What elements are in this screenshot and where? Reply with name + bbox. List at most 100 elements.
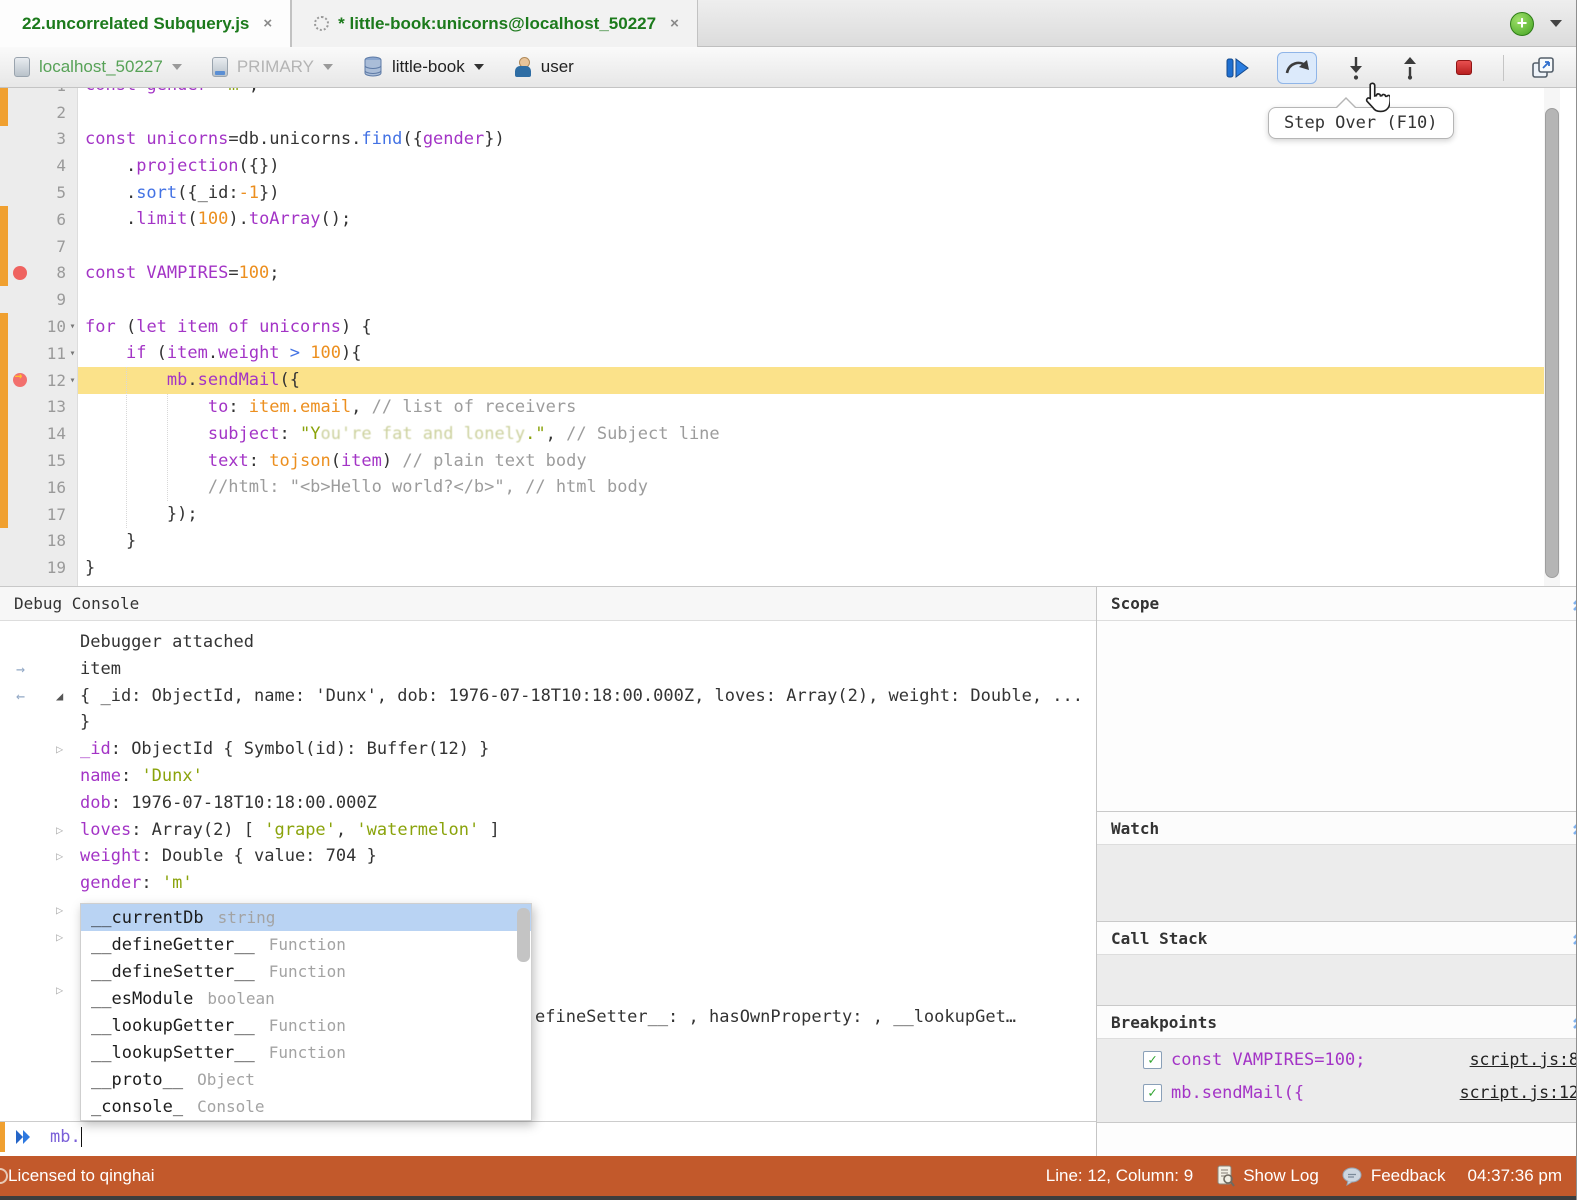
stop-button[interactable] [1449, 54, 1479, 82]
breakpoint-location-link[interactable]: script.js:12 [1460, 1080, 1577, 1107]
code-text[interactable]: to: item.email, // list of receivers [79, 397, 576, 417]
code-line-16[interactable]: 16 //html: "<b>Hello world?</b>", // htm… [0, 474, 1576, 501]
code-text[interactable]: }); [79, 504, 198, 524]
code-text[interactable]: .sort({_id:-1}) [79, 183, 280, 203]
code-text[interactable]: const VAMPIRES=100; [79, 263, 280, 283]
code-line-9[interactable]: 9 [0, 286, 1576, 313]
call-stack-frame[interactable]: (anonymous) script.js:12 [1097, 967, 1577, 994]
breakpoint-entry[interactable]: ✓const VAMPIRES=100;script.js:8 [1097, 1047, 1577, 1074]
triangle-collapsed-icon[interactable]: ▷ [56, 897, 63, 924]
scope-item-node[interactable]: ▷ item: [1097, 670, 1577, 697]
code-text[interactable]: } [79, 531, 136, 551]
code-line-8[interactable]: 8const VAMPIRES=100; [0, 260, 1576, 287]
code-editor[interactable]: 1const gender='m';23const unicorns=db.un… [0, 88, 1576, 586]
code-text[interactable]: .projection({}) [79, 156, 280, 176]
step-over-button[interactable] [1277, 52, 1317, 84]
triangle-collapsed-icon[interactable]: ▷ [56, 843, 63, 870]
connection-dropdown[interactable]: localhost_50227 [14, 57, 182, 77]
code-text[interactable]: } [79, 558, 95, 578]
autocomplete-item-__defineGetter__[interactable]: __defineGetter__Function [81, 931, 531, 958]
autocomplete-item-__defineSetter__[interactable]: __defineSetter__Function [81, 958, 531, 985]
step-into-button[interactable] [1341, 54, 1371, 82]
collapse-icon[interactable] [1571, 820, 1577, 836]
console-input-value[interactable]: mb. [50, 1127, 81, 1147]
breakpoint-gutter[interactable] [8, 373, 32, 387]
autocomplete-item-__lookupGetter__[interactable]: __lookupGetter__Function [81, 1012, 531, 1039]
feedback-button[interactable]: Feedback [1341, 1166, 1446, 1186]
code-text[interactable]: .limit(100).toArray(); [79, 209, 351, 229]
code-line-13[interactable]: 13 to: item.email, // list of receivers [0, 394, 1576, 421]
autocomplete-item-__esModule[interactable]: __esModuleboolean [81, 985, 531, 1012]
close-icon[interactable]: × [670, 15, 679, 32]
breakpoint-gutter[interactable] [8, 266, 32, 280]
database-dropdown[interactable]: little-book [363, 56, 484, 78]
code-token: loves [80, 820, 131, 840]
code-line-18[interactable]: 18 } [0, 528, 1576, 555]
tab-little-book-unicorns[interactable]: * little-book:unicorns@localhost_50227 × [291, 0, 698, 47]
call-stack-header[interactable]: Call Stack [1097, 921, 1577, 955]
close-icon[interactable]: × [263, 15, 272, 32]
breakpoint-entry[interactable]: ✓mb.sendMail({script.js:12 [1097, 1080, 1577, 1107]
tab-list-menu-icon[interactable] [1550, 20, 1562, 27]
current-execution-breakpoint-icon[interactable] [13, 373, 27, 387]
code-line-17[interactable]: 17 }); [0, 501, 1576, 528]
autocomplete-item-__currentDb[interactable]: __currentDbstring [81, 904, 531, 931]
breakpoint-checkbox[interactable]: ✓ [1143, 1051, 1162, 1069]
step-out-button[interactable] [1395, 54, 1425, 82]
code-line-5[interactable]: 5 .sort({_id:-1}) [0, 179, 1576, 206]
user-menu[interactable]: user [514, 57, 574, 77]
code-text[interactable]: const unicorns=db.unicorns.find({gender}… [79, 129, 505, 149]
triangle-collapsed-icon[interactable]: ▷ [56, 817, 63, 844]
code-line-15[interactable]: 15 text: tojson(item) // plain text body [0, 447, 1576, 474]
code-text[interactable]: if (item.weight > 100){ [79, 343, 361, 363]
code-text[interactable]: const gender='m'; [79, 88, 259, 95]
breakpoint-checkbox[interactable]: ✓ [1143, 1084, 1162, 1102]
autocomplete-item-_console_[interactable]: _console_Console [81, 1093, 531, 1120]
scope-global-node[interactable]: ▷ Global [1097, 768, 1577, 795]
watch-expression[interactable]: ▷ item.weight: [1097, 857, 1577, 884]
triangle-collapsed-icon[interactable]: ▷ [56, 736, 63, 763]
triangle-expanded-icon[interactable]: ◢ [56, 683, 63, 710]
code-text[interactable]: //html: "<b>Hello world?</b>", // html b… [79, 477, 648, 497]
code-text[interactable]: subject: "You're fat and lonely.", // Su… [79, 424, 720, 444]
code-text[interactable]: mb.sendMail({ [79, 370, 300, 390]
autocomplete-item-__lookupSetter__[interactable]: __lookupSetter__Function [81, 1039, 531, 1066]
editor-scrollbar[interactable] [1544, 88, 1560, 586]
code-line-19[interactable]: 19} [0, 554, 1576, 581]
code-text[interactable]: text: tojson(item) // plain text body [79, 451, 587, 471]
open-in-new-window-button[interactable] [1528, 54, 1558, 82]
scope-block-node[interactable]: ◢ Block [1097, 631, 1577, 658]
code-line-7[interactable]: 7 [0, 233, 1576, 260]
watch-header[interactable]: Watch [1097, 811, 1577, 845]
change-marker [0, 99, 8, 126]
tab-uncorrelated-subquery[interactable]: 22.uncorrelated Subquery.js × [0, 0, 291, 47]
fold-arrow-icon[interactable]: ▾ [66, 321, 79, 332]
continue-button[interactable] [1223, 54, 1253, 82]
replica-dropdown[interactable]: PRIMARY [212, 57, 333, 77]
triangle-collapsed-icon[interactable]: ▷ [56, 977, 63, 1004]
scope-script-node[interactable]: ▷ Script [1097, 735, 1577, 762]
breakpoint-location-link[interactable]: script.js:8 [1470, 1047, 1577, 1074]
code-line-10[interactable]: 10▾for (let item of unicorns) { [0, 313, 1576, 340]
fold-arrow-icon[interactable]: ▾ [66, 375, 79, 386]
show-log-button[interactable]: Show Log [1215, 1165, 1319, 1187]
autocomplete-item-__proto__[interactable]: __proto__Object [81, 1066, 531, 1093]
collapse-icon[interactable] [1571, 596, 1577, 612]
triangle-collapsed-icon[interactable]: ▷ [56, 924, 63, 951]
scrollbar-thumb[interactable] [1545, 108, 1559, 578]
code-line-6[interactable]: 6 .limit(100).toArray(); [0, 206, 1576, 233]
new-tab-button[interactable]: + [1510, 12, 1534, 36]
breakpoints-header[interactable]: Breakpoints [1097, 1005, 1577, 1039]
code-line-14[interactable]: 14 subject: "You're fat and lonely.", //… [0, 420, 1576, 447]
popup-scrollbar-thumb[interactable] [517, 908, 530, 962]
breakpoint-icon[interactable] [13, 266, 27, 280]
collapse-icon[interactable] [1571, 930, 1577, 946]
code-line-11[interactable]: 11▾ if (item.weight > 100){ [0, 340, 1576, 367]
code-line-4[interactable]: 4 .projection({}) [0, 152, 1576, 179]
code-line-12[interactable]: 12▾ mb.sendMail({ [0, 367, 1576, 394]
collapse-icon[interactable] [1571, 1014, 1577, 1030]
fold-arrow-icon[interactable]: ▾ [66, 348, 79, 359]
scope-header[interactable]: Scope [1097, 587, 1577, 621]
code-text[interactable]: for (let item of unicorns) { [79, 317, 372, 337]
console-input-row[interactable]: mb. [0, 1121, 1096, 1152]
